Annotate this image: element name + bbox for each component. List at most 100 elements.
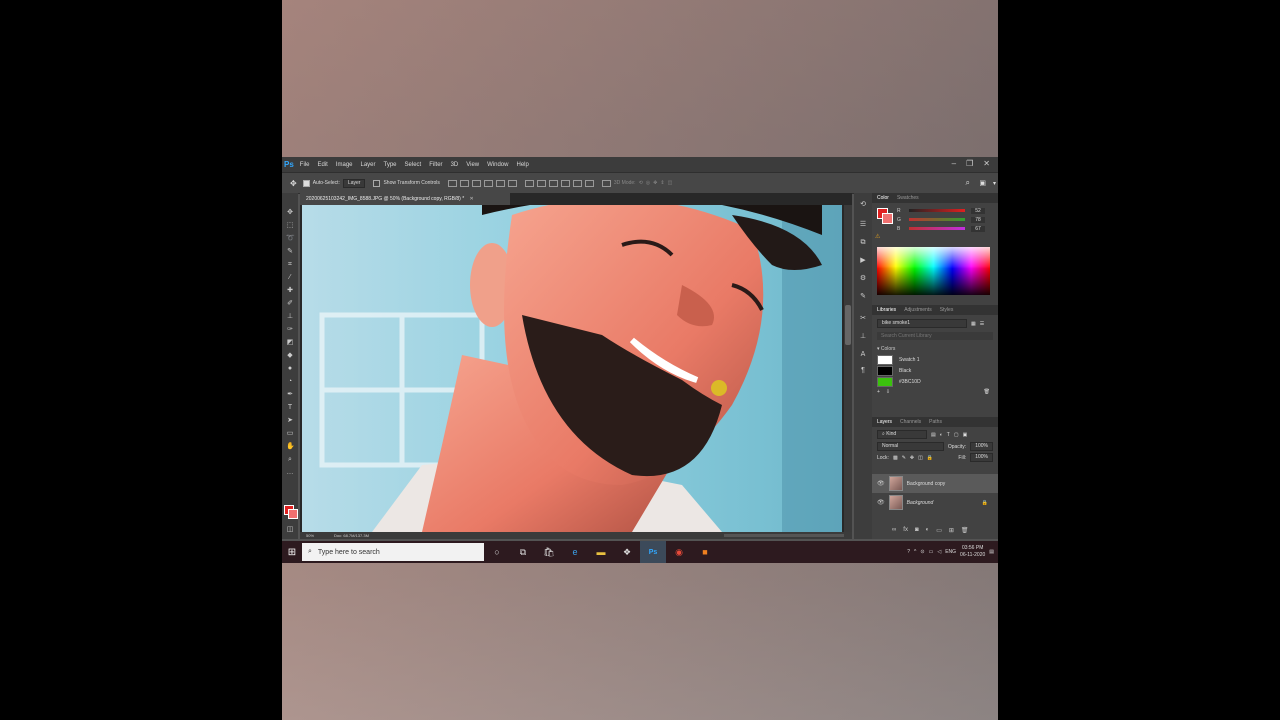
adjustment-layer-icon[interactable]: ◐: [926, 527, 930, 534]
auto-select-checkbox[interactable]: [302, 179, 310, 187]
lasso-tool-icon[interactable]: ➰: [286, 235, 295, 243]
quick-select-tool-icon[interactable]: ✎: [286, 248, 294, 256]
help-icon[interactable]: ?: [907, 549, 910, 555]
tab-libraries[interactable]: Libraries: [877, 307, 896, 313]
brush-presets-icon[interactable]: ✂: [859, 315, 867, 323]
menu-select[interactable]: Select: [405, 162, 422, 168]
menu-layer[interactable]: Layer: [361, 162, 376, 168]
blur-tool-icon[interactable]: ●: [286, 365, 294, 373]
tab-paths[interactable]: Paths: [929, 419, 942, 425]
close-icon[interactable]: ✕: [983, 159, 990, 168]
visibility-eye-icon[interactable]: 👁: [877, 480, 885, 487]
workspace-icon[interactable]: ▣: [979, 179, 986, 187]
gradient-tool-icon[interactable]: ◆: [286, 352, 294, 360]
menu-filter[interactable]: Filter: [429, 162, 442, 168]
language-indicator[interactable]: ENG: [945, 549, 956, 555]
move-tool-icon[interactable]: ✥: [290, 179, 297, 188]
fill-value[interactable]: 100%: [970, 453, 993, 462]
tab-layers[interactable]: Layers: [877, 419, 892, 425]
file-explorer-icon[interactable]: ▬: [588, 541, 614, 563]
opacity-value[interactable]: 100%: [970, 442, 993, 451]
lock-position-icon[interactable]: ✥: [910, 455, 914, 461]
filter-pixel-icon[interactable]: ▤: [931, 432, 936, 438]
delete-layer-icon[interactable]: 🗑: [961, 527, 969, 534]
layer-filter-dropdown[interactable]: ⌕ Kind: [877, 430, 927, 439]
layer-row[interactable]: 👁 Background copy: [872, 474, 998, 493]
more-tools-icon[interactable]: …: [286, 469, 294, 477]
photoshop-taskbar-icon[interactable]: Ps: [640, 541, 666, 563]
menu-help[interactable]: Help: [516, 162, 528, 168]
distribute-top-icon[interactable]: [524, 179, 534, 187]
layer-row[interactable]: 👁 Background 🔒: [872, 493, 998, 512]
tool-presets-icon[interactable]: ✎: [859, 293, 867, 301]
tab-styles[interactable]: Styles: [940, 307, 954, 313]
align-right-icon[interactable]: [507, 179, 517, 187]
artboard-panel-icon[interactable]: ⧉: [859, 239, 867, 247]
3d-rotate-icon[interactable]: ⟲: [639, 180, 643, 186]
tab-adjustments[interactable]: Adjustments: [904, 307, 932, 313]
tab-color[interactable]: Color: [877, 195, 889, 201]
auto-align-icon[interactable]: [601, 179, 611, 187]
paragraph-panel-icon[interactable]: ¶: [859, 367, 867, 375]
image-canvas[interactable]: [302, 205, 842, 532]
show-transform-checkbox[interactable]: [373, 179, 381, 187]
store-icon[interactable]: 🛍: [536, 541, 562, 563]
distribute-left-icon[interactable]: [560, 179, 570, 187]
pen-tool-icon[interactable]: ✒: [286, 391, 294, 399]
search-icon[interactable]: ⌕: [966, 178, 970, 188]
chrome-icon[interactable]: ◉: [666, 541, 692, 563]
network-icon[interactable]: ⊙: [920, 549, 924, 555]
gamut-warning-icon[interactable]: ⚠: [875, 233, 880, 240]
3d-slide-icon[interactable]: ⇕: [660, 180, 664, 186]
distribute-vcenter-icon[interactable]: [536, 179, 546, 187]
document-tab[interactable]: 20200625103242_IMG_8588.JPG @ 50% (Backg…: [300, 193, 510, 205]
type-tool-icon[interactable]: T: [286, 404, 294, 412]
tab-channels[interactable]: Channels: [900, 419, 921, 425]
horizontal-scrollbar[interactable]: [724, 534, 844, 537]
zoom-level[interactable]: 50%: [306, 533, 314, 538]
volume-icon[interactable]: ◁: [937, 549, 941, 555]
brush-tool-icon[interactable]: ✐: [286, 300, 294, 308]
grid-view-icon[interactable]: ▦: [971, 321, 976, 327]
menu-type[interactable]: Type: [384, 162, 397, 168]
filter-shape-icon[interactable]: ▢: [954, 432, 959, 438]
notifications-icon[interactable]: ▤: [989, 549, 994, 555]
eraser-tool-icon[interactable]: ◩: [286, 339, 294, 347]
align-bottom-icon[interactable]: [471, 179, 481, 187]
shape-tool-icon[interactable]: ▭: [286, 430, 294, 438]
hand-tool-icon[interactable]: ✋: [286, 443, 295, 451]
history-panel-icon[interactable]: ⟲: [859, 201, 867, 209]
lock-paint-icon[interactable]: ✎: [902, 455, 906, 461]
new-layer-icon[interactable]: ⊞: [949, 527, 954, 534]
marquee-tool-icon[interactable]: ⬚: [286, 222, 294, 230]
move-tool-icon[interactable]: ✥: [286, 209, 294, 217]
layer-style-icon[interactable]: fx: [903, 527, 908, 534]
actions-panel-icon[interactable]: ▶: [859, 257, 867, 265]
menu-window[interactable]: Window: [487, 162, 508, 168]
menu-image[interactable]: Image: [336, 162, 353, 168]
link-layers-icon[interactable]: ∞: [892, 527, 896, 534]
visibility-eye-icon[interactable]: 👁: [877, 499, 885, 506]
new-group-icon[interactable]: ▭: [936, 527, 942, 534]
red-value[interactable]: 52: [971, 207, 985, 214]
lock-pixels-icon[interactable]: ▩: [893, 455, 898, 461]
crop-tool-icon[interactable]: ⌗: [286, 261, 294, 269]
align-top-icon[interactable]: [447, 179, 457, 187]
filter-smart-icon[interactable]: ▣: [963, 432, 968, 438]
blue-slider[interactable]: [909, 227, 965, 230]
green-value[interactable]: 78: [971, 216, 985, 223]
edge-icon[interactable]: e: [562, 541, 588, 563]
lock-all-icon[interactable]: 🔒: [927, 455, 933, 461]
3d-pan-icon[interactable]: ✥: [653, 180, 657, 186]
library-dropdown[interactable]: bike smoke1: [877, 319, 967, 328]
windows-start-icon[interactable]: ⊞: [282, 541, 302, 563]
menu-edit[interactable]: Edit: [317, 162, 327, 168]
library-swatch-row[interactable]: #3BC10D: [872, 376, 998, 387]
colors-heading[interactable]: ▾ Colors: [877, 346, 993, 352]
zoom-tool-icon[interactable]: ⌕: [286, 456, 294, 464]
align-vcenter-icon[interactable]: [459, 179, 469, 187]
menu-view[interactable]: View: [466, 162, 479, 168]
red-slider[interactable]: [909, 209, 965, 212]
library-swatch-row[interactable]: Swatch 1: [872, 354, 998, 365]
battery-icon[interactable]: ▭: [929, 549, 934, 555]
